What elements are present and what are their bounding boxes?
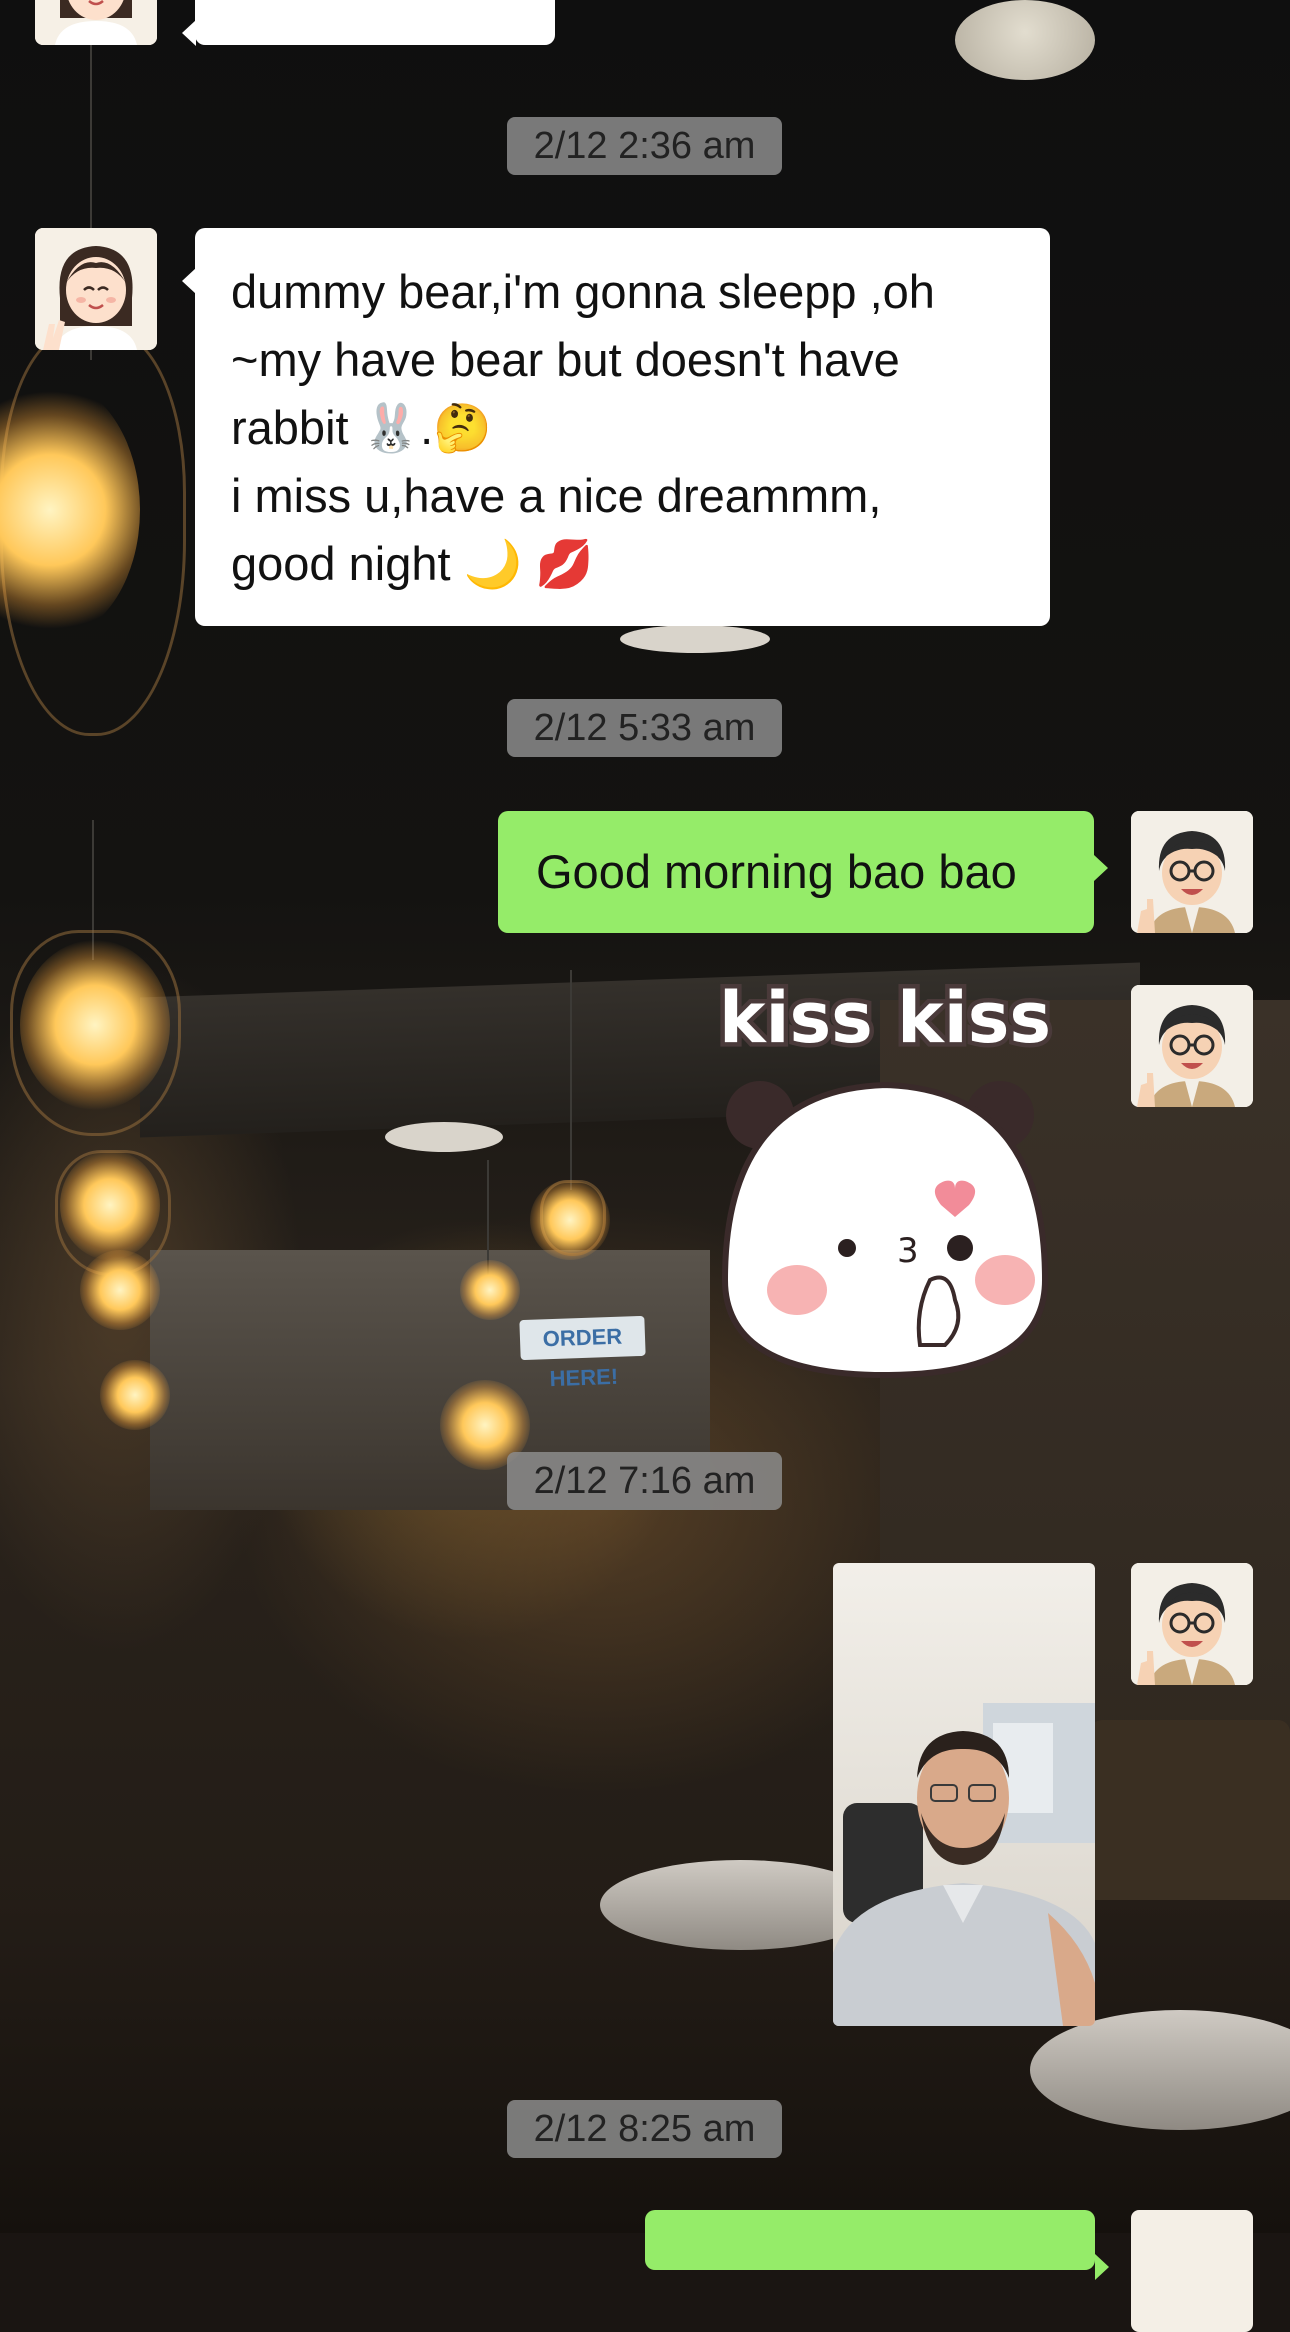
avatar-me[interactable] <box>1131 1563 1253 1685</box>
avatar-me-icon <box>1131 811 1253 933</box>
message-bubble-incoming[interactable]: dummy bear,i'm gonna sleepp ,oh ~my have… <box>182 228 1050 626</box>
svg-text:3: 3 <box>897 1231 919 1271</box>
sticker-caption: kiss kiss <box>719 980 1051 1059</box>
avatar-her[interactable] <box>35 228 157 350</box>
avatar-me-icon <box>1131 985 1253 1107</box>
message-text-line: good night 🌙 💋 <box>231 537 594 590</box>
avatar-her-icon <box>35 0 157 45</box>
photo-message[interactable] <box>833 1563 1095 2026</box>
selfie-image <box>833 1563 1095 2026</box>
message-text-line: rabbit 🐰.🤔 <box>231 401 492 454</box>
avatar-her[interactable] <box>35 0 157 45</box>
avatar-me[interactable] <box>1131 811 1253 933</box>
message-text-line: ~my have bear but doesn't have <box>231 333 900 386</box>
message-text: Good morning bao bao <box>536 845 1017 898</box>
timestamp: 2/12 8:25 am <box>507 2100 782 2158</box>
panda-sticker-icon: kiss kiss 3 <box>714 973 1056 1379</box>
timestamp: 2/12 2:36 am <box>507 117 782 175</box>
avatar-her-icon <box>35 228 157 350</box>
sticker-message[interactable]: kiss kiss 3 <box>714 973 1056 1380</box>
chat-view[interactable]: 2/12 2:36 am dummy bear,i'm gonna sleepp… <box>0 0 1290 2332</box>
message-bubble-outgoing[interactable]: Good morning bao bao <box>498 811 1108 933</box>
message-bubble-outgoing-partial[interactable] <box>645 2210 1109 2280</box>
message-text-line: i miss u,have a nice dreammm, <box>231 469 882 522</box>
avatar-me-icon <box>1131 1563 1253 1685</box>
message-bubble-partial[interactable] <box>182 0 555 46</box>
timestamp: 2/12 7:16 am <box>507 1452 782 1510</box>
avatar-me[interactable] <box>1131 2210 1253 2332</box>
message-text-line: dummy bear,i'm gonna sleepp ,oh <box>231 265 935 318</box>
timestamp: 2/12 5:33 am <box>507 699 782 757</box>
avatar-me[interactable] <box>1131 985 1253 1107</box>
